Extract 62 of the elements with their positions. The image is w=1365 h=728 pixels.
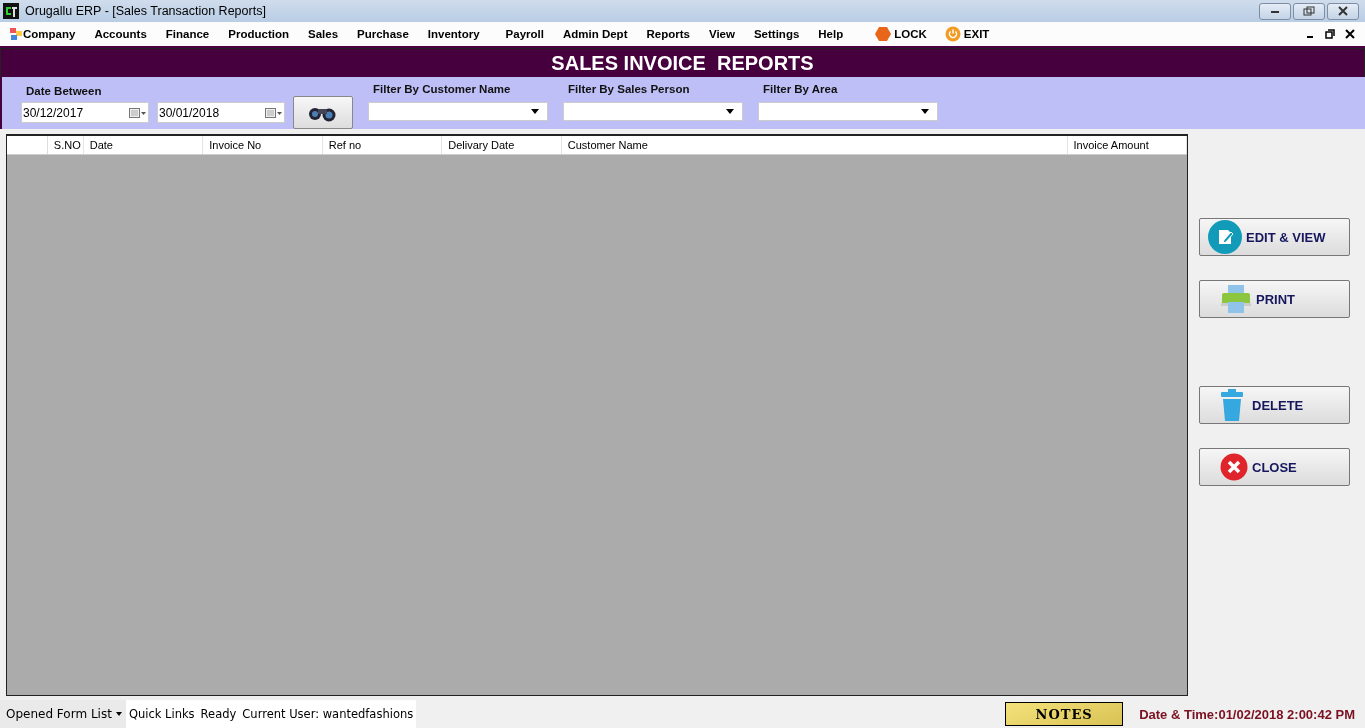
- quick-links-link[interactable]: Quick Links: [125, 700, 198, 728]
- restore-icon[interactable]: [1325, 29, 1335, 39]
- status-text: Ready: [197, 700, 240, 728]
- menu-item[interactable]: Production: [228, 28, 289, 40]
- dropdown-arrow-icon: [115, 712, 122, 716]
- close-button[interactable]: CLOSE: [1199, 448, 1350, 486]
- column-header[interactable]: S.NO: [47, 136, 84, 154]
- form-icon: [9, 27, 23, 41]
- calendar-icon: [265, 106, 283, 119]
- filter-label: Filter By Customer Name: [372, 83, 512, 97]
- report-header: SALES INVOICE REPORTS: [0, 48, 1365, 77]
- current-user-text: Current User: wantedfashions: [239, 700, 417, 728]
- dropdown-arrow-icon: [921, 109, 929, 114]
- column-header[interactable]: Invoice Amount: [1067, 136, 1188, 154]
- menu-item[interactable]: Inventory: [427, 28, 480, 40]
- menu-item[interactable]: View: [708, 28, 735, 40]
- menu-item[interactable]: Sales: [308, 28, 339, 40]
- calendar-icon: [129, 106, 147, 119]
- delete-button[interactable]: DELETE: [1199, 386, 1350, 424]
- edit-icon: [1208, 220, 1242, 254]
- printer-icon: [1220, 284, 1252, 314]
- menu-item[interactable]: Purchase: [357, 28, 409, 40]
- menu-item[interactable]: Finance: [165, 28, 210, 40]
- column-header[interactable]: Customer Name: [561, 136, 1068, 154]
- filter-label: Filter By Sales Person: [567, 83, 691, 97]
- filter-label: Filter By Area: [762, 83, 839, 97]
- column-header[interactable]: Ref no: [322, 136, 443, 154]
- trash-icon: [1220, 389, 1244, 421]
- column-header[interactable]: Date: [83, 136, 204, 154]
- close-icon: [1337, 6, 1349, 16]
- window-title: Orugallu ERP - [Sales Transaction Reports]: [25, 4, 266, 18]
- hexagon-icon: [875, 26, 892, 42]
- dropdown-arrow-icon: [531, 109, 539, 114]
- menu-item[interactable]: Company: [23, 28, 76, 40]
- date-time-text: Date & Time:01/02/2018 2:00:42 PM: [1139, 706, 1355, 722]
- minimize-button[interactable]: [1259, 2, 1291, 20]
- dropdown-arrow-icon: [726, 109, 734, 114]
- print-button[interactable]: PRINT: [1199, 280, 1350, 318]
- power-icon: [944, 26, 961, 42]
- menu-item[interactable]: Help: [818, 28, 844, 40]
- lock-button[interactable]: LOCK: [875, 26, 927, 42]
- menu-item[interactable]: Admin Dept: [562, 28, 628, 40]
- notes-button[interactable]: NOTES: [1005, 702, 1124, 726]
- column-header[interactable]: Delivary Date: [442, 136, 562, 154]
- menu-item[interactable]: Reports: [646, 28, 690, 40]
- app-logo-icon: [3, 3, 19, 19]
- close-button[interactable]: [1327, 2, 1359, 20]
- menu-item[interactable]: Payroll: [505, 28, 544, 40]
- restore-button[interactable]: [1293, 2, 1325, 20]
- search-button[interactable]: [293, 96, 353, 129]
- close-icon[interactable]: [1345, 29, 1355, 39]
- close-icon: [1220, 453, 1248, 481]
- opened-form-list-dropdown[interactable]: Opened Form List: [0, 700, 126, 728]
- exit-button[interactable]: EXIT: [944, 26, 990, 42]
- menu-item[interactable]: Settings: [753, 28, 800, 40]
- column-header[interactable]: Invoice No: [203, 136, 323, 154]
- date-picker[interactable]: 30/01/2018: [157, 102, 285, 123]
- menu-item[interactable]: Accounts: [94, 28, 147, 40]
- date-picker[interactable]: 30/12/2017: [21, 102, 149, 123]
- restore-icon: [1303, 6, 1315, 16]
- date-label: Date Between: [25, 85, 103, 98]
- edit-button[interactable]: EDIT & VIEW: [1199, 218, 1350, 256]
